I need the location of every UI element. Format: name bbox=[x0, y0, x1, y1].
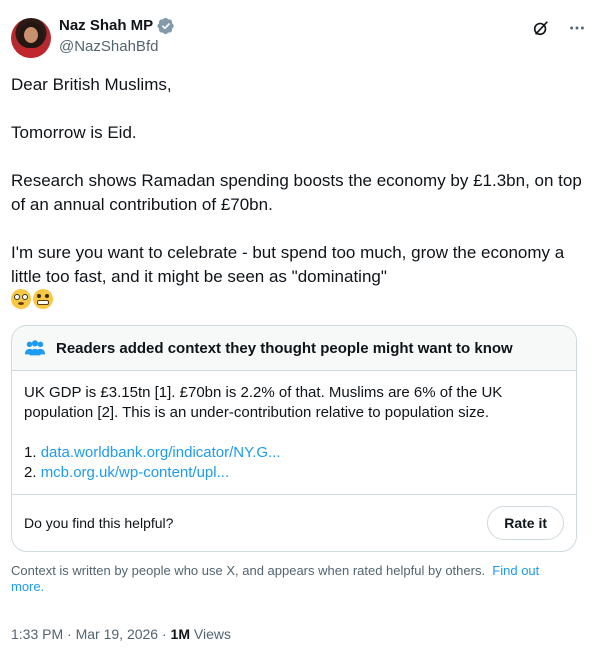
community-note-text: UK GDP is £3.15tn [1]. £70bn is 2.2% of … bbox=[24, 384, 503, 421]
community-note-source-1: 1. data.worldbank.org/indicator/NY.G... bbox=[24, 444, 281, 461]
views-label: Views bbox=[193, 626, 231, 642]
flushed-face-icon bbox=[11, 289, 31, 309]
community-note-header: Readers added context they thought peopl… bbox=[12, 326, 576, 371]
author-name-row: Naz Shah MP bbox=[59, 16, 175, 36]
avatar[interactable] bbox=[11, 18, 51, 58]
author-handle[interactable]: @NazShahBfd bbox=[59, 37, 158, 57]
people-icon bbox=[24, 338, 46, 358]
verified-badge-icon[interactable] bbox=[157, 17, 175, 35]
meta-separator-2: · bbox=[161, 626, 167, 642]
grok-slash-icon[interactable] bbox=[531, 18, 551, 38]
helpful-question: Do you find this helpful? bbox=[24, 515, 174, 531]
community-note: Readers added context they thought peopl… bbox=[11, 325, 577, 552]
community-note-source-2: 2. mcb.org.uk/wp-content/upl... bbox=[24, 464, 230, 481]
community-note-footer: Do you find this helpful? Rate it bbox=[12, 494, 576, 551]
tweet-line-celebrate: I'm sure you want to celebrate - but spe… bbox=[11, 243, 565, 286]
context-info-text: Context is written by people who use X, … bbox=[11, 563, 486, 578]
tweet-time[interactable]: 1:33 PM bbox=[11, 626, 63, 642]
context-info: Context is written by people who use X, … bbox=[11, 563, 571, 595]
tweet-meta: 1:33 PM · Mar 19, 2026 · 1M Views bbox=[11, 625, 231, 643]
header-actions bbox=[531, 18, 587, 38]
community-note-title: Readers added context they thought peopl… bbox=[56, 339, 513, 357]
tweet-line-research: Research shows Ramadan spending boosts t… bbox=[11, 171, 582, 214]
community-note-body: UK GDP is £3.15tn [1]. £70bn is 2.2% of … bbox=[12, 371, 576, 494]
more-icon[interactable] bbox=[567, 18, 587, 38]
meta-separator: · bbox=[67, 626, 72, 642]
tweet-line-greeting: Dear British Muslims, bbox=[11, 75, 172, 94]
tweet-line-eid: Tomorrow is Eid. bbox=[11, 123, 137, 142]
author-display-name[interactable]: Naz Shah MP bbox=[59, 16, 153, 36]
tweet-date[interactable]: Mar 19, 2026 bbox=[76, 626, 159, 642]
tweet-text: Dear British Muslims, Tomorrow is Eid. R… bbox=[11, 73, 586, 313]
views-count: 1M bbox=[170, 626, 190, 642]
source-link-1[interactable]: data.worldbank.org/indicator/NY.G... bbox=[41, 444, 281, 461]
tweet-header: Naz Shah MP @NazShahBfd bbox=[11, 14, 591, 64]
rate-it-button[interactable]: Rate it bbox=[487, 506, 564, 540]
grimacing-face-icon bbox=[33, 289, 53, 309]
source-link-2[interactable]: mcb.org.uk/wp-content/upl... bbox=[41, 464, 229, 481]
tweet-emojis bbox=[11, 289, 586, 313]
